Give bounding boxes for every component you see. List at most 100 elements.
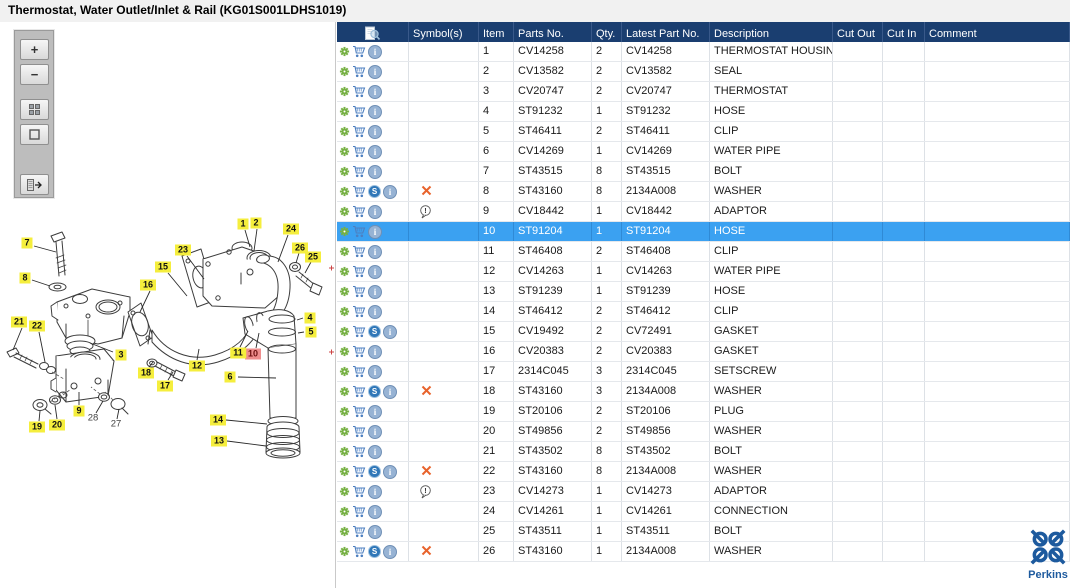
- order-gear-icon[interactable]: [339, 86, 350, 97]
- table-row-item-6[interactable]: i 6 CV14269 1 CV14269 WATER PIPE: [337, 142, 1070, 162]
- table-row-item-8[interactable]: Si 8 ST43160 8 2134A008 WASHER: [337, 182, 1070, 202]
- info-icon[interactable]: i: [368, 304, 382, 319]
- callout-26[interactable]: 26: [291, 242, 309, 254]
- info-icon[interactable]: i: [368, 84, 382, 99]
- column-header-item[interactable]: Item: [479, 22, 514, 42]
- order-gear-icon[interactable]: [339, 426, 350, 437]
- zoom-in-button[interactable]: +: [20, 39, 49, 60]
- table-row-item-11[interactable]: i 11 ST46408 2 ST46408 CLIP: [337, 242, 1070, 262]
- callout-17[interactable]: 17: [156, 380, 174, 392]
- order-gear-icon[interactable]: [339, 366, 350, 377]
- cart-icon[interactable]: [352, 405, 366, 418]
- cart-icon[interactable]: [352, 485, 366, 498]
- supersession-icon[interactable]: S: [368, 325, 381, 338]
- callout-23[interactable]: 23: [174, 244, 192, 256]
- order-gear-icon[interactable]: [339, 526, 350, 537]
- order-gear-icon[interactable]: [339, 486, 350, 497]
- info-icon[interactable]: i: [368, 264, 382, 279]
- info-icon[interactable]: i: [368, 364, 382, 379]
- info-icon[interactable]: i: [368, 144, 382, 159]
- callout-4[interactable]: 4: [304, 312, 316, 324]
- column-header-qty-[interactable]: Qty.: [592, 22, 622, 42]
- cart-icon[interactable]: [352, 45, 366, 58]
- table-row-item-1[interactable]: i 1 CV14258 2 CV14258 THERMOSTAT HOUSING: [337, 42, 1070, 62]
- info-icon[interactable]: i: [383, 384, 397, 399]
- order-gear-icon[interactable]: [339, 446, 350, 457]
- table-row-item-26[interactable]: Si 26 ST43160 1 2134A008 WASHER: [337, 542, 1070, 562]
- table-row-item-5[interactable]: i 5 ST46411 2 ST46411 CLIP: [337, 122, 1070, 142]
- callout-6[interactable]: 6: [224, 371, 236, 383]
- order-gear-icon[interactable]: [339, 246, 350, 257]
- table-row-item-9[interactable]: i! 9 CV18442 1 CV18442 ADAPTOR: [337, 202, 1070, 222]
- cart-icon[interactable]: [352, 425, 366, 438]
- order-gear-icon[interactable]: [339, 226, 350, 237]
- table-row-item-3[interactable]: i 3 CV20747 2 CV20747 THERMOSTAT: [337, 82, 1070, 102]
- column-header-comment[interactable]: Comment: [925, 22, 1070, 42]
- column-header-icon[interactable]: [337, 22, 409, 42]
- callout-1[interactable]: 1: [237, 218, 249, 230]
- column-header-description[interactable]: Description: [710, 22, 833, 42]
- order-gear-icon[interactable]: [339, 186, 350, 197]
- table-row-item-12[interactable]: i 12 CV14263 1 CV14263 WATER PIPE: [337, 262, 1070, 282]
- cart-icon[interactable]: [352, 285, 366, 298]
- table-row-item-10[interactable]: i 10 ST91204 1 ST91204 HOSE: [337, 222, 1070, 242]
- order-gear-icon[interactable]: [339, 66, 350, 77]
- table-row-item-20[interactable]: i 20 ST49856 2 ST49856 WASHER: [337, 422, 1070, 442]
- info-icon[interactable]: i: [383, 544, 397, 559]
- supersession-icon[interactable]: S: [368, 545, 381, 558]
- table-row-item-4[interactable]: i 4 ST91232 1 ST91232 HOSE: [337, 102, 1070, 122]
- table-row-item-18[interactable]: Si 18 ST43160 3 2134A008 WASHER: [337, 382, 1070, 402]
- table-row-item-13[interactable]: i 13 ST91239 1 ST91239 HOSE: [337, 282, 1070, 302]
- order-gear-icon[interactable]: [339, 386, 350, 397]
- supersession-icon[interactable]: S: [368, 185, 381, 198]
- callout-7[interactable]: 7: [21, 237, 33, 249]
- cart-icon[interactable]: [352, 245, 366, 258]
- info-icon[interactable]: i: [368, 344, 382, 359]
- callout-20[interactable]: 20: [48, 419, 66, 431]
- table-row-item-7[interactable]: i 7 ST43515 8 ST43515 BOLT: [337, 162, 1070, 182]
- order-gear-icon[interactable]: [339, 266, 350, 277]
- cart-icon[interactable]: [352, 65, 366, 78]
- callout-9[interactable]: 9: [73, 405, 85, 417]
- table-row-item-16[interactable]: i 16 CV20383 2 CV20383 GASKET: [337, 342, 1070, 362]
- order-gear-icon[interactable]: [339, 126, 350, 137]
- column-header-symbol-s-[interactable]: Symbol(s): [409, 22, 479, 42]
- order-gear-icon[interactable]: [339, 106, 350, 117]
- callout-5[interactable]: 5: [305, 326, 317, 338]
- info-icon[interactable]: i: [383, 324, 397, 339]
- info-icon[interactable]: i: [368, 164, 382, 179]
- order-gear-icon[interactable]: [339, 166, 350, 177]
- cart-icon[interactable]: [352, 345, 366, 358]
- callout-3[interactable]: 3: [115, 349, 127, 361]
- callout-13[interactable]: 13: [210, 435, 228, 447]
- callout-10[interactable]: 10: [244, 348, 262, 360]
- callout-18[interactable]: 18: [137, 367, 155, 379]
- order-gear-icon[interactable]: [339, 466, 350, 477]
- order-gear-icon[interactable]: [339, 346, 350, 357]
- cart-icon[interactable]: [352, 525, 366, 538]
- callout-2[interactable]: 2: [250, 217, 262, 229]
- info-icon[interactable]: i: [368, 204, 382, 219]
- callout-24[interactable]: 24: [282, 223, 300, 235]
- cart-icon[interactable]: [352, 165, 366, 178]
- info-icon[interactable]: i: [368, 444, 382, 459]
- callout-16[interactable]: 16: [139, 279, 157, 291]
- order-gear-icon[interactable]: [339, 206, 350, 217]
- cart-icon[interactable]: [352, 265, 366, 278]
- cart-icon[interactable]: [352, 225, 366, 238]
- table-row-item-24[interactable]: i 24 CV14261 1 CV14261 CONNECTION: [337, 502, 1070, 522]
- order-gear-icon[interactable]: [339, 286, 350, 297]
- table-row-item-15[interactable]: Si 15 CV19492 2 CV72491 GASKET: [337, 322, 1070, 342]
- table-row-item-19[interactable]: i 19 ST20106 2 ST20106 PLUG: [337, 402, 1070, 422]
- cart-icon[interactable]: [352, 325, 366, 338]
- info-icon[interactable]: i: [368, 44, 382, 59]
- info-icon[interactable]: i: [368, 104, 382, 119]
- order-gear-icon[interactable]: [339, 406, 350, 417]
- cart-icon[interactable]: [352, 305, 366, 318]
- table-row-item-2[interactable]: i 2 CV13582 2 CV13582 SEAL: [337, 62, 1070, 82]
- info-icon[interactable]: i: [368, 244, 382, 259]
- cart-icon[interactable]: [352, 125, 366, 138]
- order-gear-icon[interactable]: [339, 326, 350, 337]
- column-header-latest-part-no-[interactable]: Latest Part No.: [622, 22, 710, 42]
- zoom-out-button[interactable]: −: [20, 64, 49, 85]
